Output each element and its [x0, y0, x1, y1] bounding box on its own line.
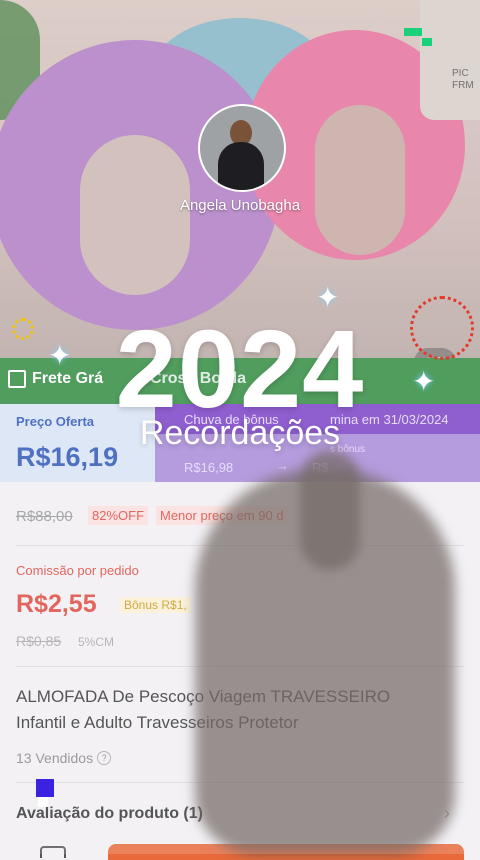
dotted-ring-icon [410, 296, 474, 360]
pixel-decoration [38, 797, 48, 807]
sun-icon [12, 318, 34, 340]
avatar[interactable] [198, 104, 286, 192]
pixel-decoration [404, 28, 422, 36]
avatar-body [218, 142, 264, 190]
pixel-decoration [36, 779, 54, 797]
memories-title: Recordações [139, 414, 341, 452]
sparkle-icon: ✦ [48, 340, 72, 371]
sparkle-icon: ✦ [412, 366, 436, 397]
user-name: Angela Unobagha [179, 197, 301, 214]
pixel-decoration [422, 38, 432, 46]
sparkle-icon: ✦ [316, 282, 340, 313]
